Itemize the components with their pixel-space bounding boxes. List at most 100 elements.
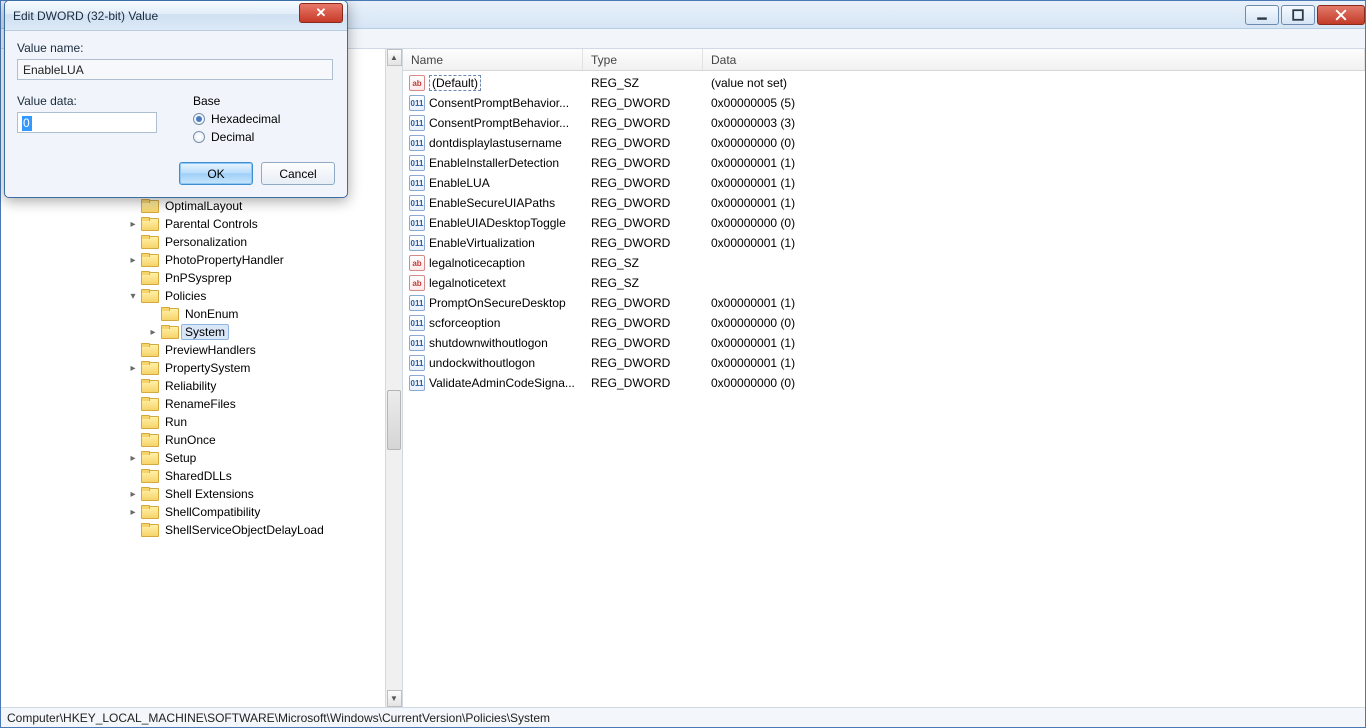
folder-icon xyxy=(141,361,157,375)
registry-value-row[interactable]: 011ConsentPromptBehavior...REG_DWORD0x00… xyxy=(403,93,1365,113)
list-body[interactable]: ab(Default)REG_SZ(value not set)011Conse… xyxy=(403,71,1365,707)
registry-value-row[interactable]: 011EnableLUAREG_DWORD0x00000001 (1) xyxy=(403,173,1365,193)
value-name-input[interactable] xyxy=(17,59,333,80)
tree-node[interactable]: ▸ Shell Extensions xyxy=(1,485,402,503)
registry-value-row[interactable]: 011ValidateAdminCodeSigna...REG_DWORD0x0… xyxy=(403,373,1365,393)
tree-node[interactable]: ▸PhotoPropertyHandler xyxy=(1,251,402,269)
value-data: 0x00000001 (1) xyxy=(703,336,1365,350)
tree-node[interactable]: ▸ PropertySystem xyxy=(1,359,402,377)
string-value-icon: ab xyxy=(409,255,425,271)
tree-node[interactable]: ▸OptimalLayout xyxy=(1,197,402,215)
value-type: REG_DWORD xyxy=(583,236,703,250)
tree-node[interactable]: ▾Policies xyxy=(1,287,402,305)
tree-node[interactable]: ▸ShellCompatibility xyxy=(1,503,402,521)
scroll-down-icon[interactable]: ▼ xyxy=(387,690,402,707)
tree-node-label: NonEnum xyxy=(181,306,242,322)
value-name: legalnoticetext xyxy=(429,276,506,290)
ok-button[interactable]: OK xyxy=(179,162,253,185)
registry-value-row[interactable]: ablegalnoticecaptionREG_SZ xyxy=(403,253,1365,273)
caret-right-icon[interactable]: ▸ xyxy=(127,452,139,464)
maximize-button[interactable] xyxy=(1281,5,1315,25)
value-name: ValidateAdminCodeSigna... xyxy=(429,376,575,390)
tree-node-label: Shell Extensions xyxy=(161,486,258,502)
registry-value-row[interactable]: 011undockwithoutlogonREG_DWORD0x00000001… xyxy=(403,353,1365,373)
tree-node-label: SharedDLLs xyxy=(161,468,236,484)
caret-down-icon[interactable]: ▾ xyxy=(127,290,139,302)
minimize-button[interactable] xyxy=(1245,5,1279,25)
tree-node-label: ShellServiceObjectDelayLoad xyxy=(161,522,328,538)
close-button[interactable] xyxy=(1317,5,1365,25)
registry-value-row[interactable]: ablegalnoticetextREG_SZ xyxy=(403,273,1365,293)
scroll-track[interactable] xyxy=(386,66,402,690)
value-data-input[interactable] xyxy=(18,113,158,132)
registry-value-row[interactable]: 011ConsentPromptBehavior...REG_DWORD0x00… xyxy=(403,113,1365,133)
tree-node[interactable]: ▸Personalization xyxy=(1,233,402,251)
folder-icon xyxy=(141,379,157,393)
value-name: EnableInstallerDetection xyxy=(429,156,559,170)
value-type: REG_DWORD xyxy=(583,336,703,350)
edit-dword-dialog: Edit DWORD (32-bit) Value ✕ Value name: … xyxy=(4,0,348,198)
registry-value-row[interactable]: 011EnableUIADesktopToggleREG_DWORD0x0000… xyxy=(403,213,1365,233)
tree-node[interactable]: ▸ShellServiceObjectDelayLoad xyxy=(1,521,402,539)
list-header[interactable]: Name Type Data xyxy=(403,49,1365,71)
folder-icon xyxy=(141,271,157,285)
registry-value-row[interactable]: 011shutdownwithoutlogonREG_DWORD0x000000… xyxy=(403,333,1365,353)
registry-value-row[interactable]: 011EnableInstallerDetectionREG_DWORD0x00… xyxy=(403,153,1365,173)
col-data[interactable]: Data xyxy=(703,49,1365,70)
col-name[interactable]: Name xyxy=(403,49,583,70)
registry-value-row[interactable]: 011EnableVirtualizationREG_DWORD0x000000… xyxy=(403,233,1365,253)
folder-icon xyxy=(141,505,157,519)
tree-node-label: PropertySystem xyxy=(161,360,254,376)
tree-node[interactable]: ▸PnPSysprep xyxy=(1,269,402,287)
tree-node[interactable]: ▸PreviewHandlers xyxy=(1,341,402,359)
tree-node[interactable]: ▸NonEnum xyxy=(1,305,402,323)
tree-node[interactable]: ▸ Parental Controls xyxy=(1,215,402,233)
caret-right-icon[interactable]: ▸ xyxy=(127,218,139,230)
radio-icon xyxy=(193,131,205,143)
registry-value-row[interactable]: 011scforceoptionREG_DWORD0x00000000 (0) xyxy=(403,313,1365,333)
value-data-wrapper xyxy=(17,112,157,133)
scroll-thumb[interactable] xyxy=(387,390,401,450)
caret-right-icon[interactable]: ▸ xyxy=(127,488,139,500)
col-type[interactable]: Type xyxy=(583,49,703,70)
tree-scrollbar[interactable]: ▲ ▼ xyxy=(385,49,402,707)
registry-value-row[interactable]: ab(Default)REG_SZ(value not set) xyxy=(403,73,1365,93)
caret-right-icon[interactable]: ▸ xyxy=(127,362,139,374)
tree-node[interactable]: ▸RunOnce xyxy=(1,431,402,449)
radio-hexadecimal[interactable]: Hexadecimal xyxy=(193,112,335,126)
radio-decimal[interactable]: Decimal xyxy=(193,130,335,144)
cancel-button[interactable]: Cancel xyxy=(261,162,335,185)
registry-value-row[interactable]: 011dontdisplaylastusernameREG_DWORD0x000… xyxy=(403,133,1365,153)
minimize-icon xyxy=(1256,9,1268,21)
value-type: REG_SZ xyxy=(583,256,703,270)
tree-node-label: Personalization xyxy=(161,234,251,250)
caret-right-icon[interactable]: ▸ xyxy=(127,254,139,266)
value-data: 0x00000000 (0) xyxy=(703,376,1365,390)
tree-node[interactable]: ▸ System xyxy=(1,323,402,341)
tree-node[interactable]: ▸RenameFiles xyxy=(1,395,402,413)
dword-value-icon: 011 xyxy=(409,215,425,231)
dword-value-icon: 011 xyxy=(409,355,425,371)
value-name: shutdownwithoutlogon xyxy=(429,336,548,350)
caret-right-icon[interactable]: ▸ xyxy=(147,326,159,338)
folder-icon xyxy=(141,433,157,447)
tree-node-label: Parental Controls xyxy=(161,216,262,232)
dword-value-icon: 011 xyxy=(409,155,425,171)
dialog-titlebar[interactable]: Edit DWORD (32-bit) Value ✕ xyxy=(5,1,347,31)
tree-node-label: System xyxy=(181,324,229,340)
value-data: 0x00000005 (5) xyxy=(703,96,1365,110)
caret-right-icon[interactable]: ▸ xyxy=(127,506,139,518)
value-type: REG_DWORD xyxy=(583,96,703,110)
value-name: ConsentPromptBehavior... xyxy=(429,116,569,130)
tree-node[interactable]: ▸Reliability xyxy=(1,377,402,395)
registry-value-row[interactable]: 011PromptOnSecureDesktopREG_DWORD0x00000… xyxy=(403,293,1365,313)
value-type: REG_DWORD xyxy=(583,196,703,210)
tree-node[interactable]: ▸Setup xyxy=(1,449,402,467)
value-type: REG_DWORD xyxy=(583,216,703,230)
value-name: dontdisplaylastusername xyxy=(429,136,562,150)
scroll-up-icon[interactable]: ▲ xyxy=(387,49,402,66)
tree-node[interactable]: ▸Run xyxy=(1,413,402,431)
registry-value-row[interactable]: 011EnableSecureUIAPathsREG_DWORD0x000000… xyxy=(403,193,1365,213)
dialog-close-button[interactable]: ✕ xyxy=(299,3,343,23)
tree-node[interactable]: ▸SharedDLLs xyxy=(1,467,402,485)
